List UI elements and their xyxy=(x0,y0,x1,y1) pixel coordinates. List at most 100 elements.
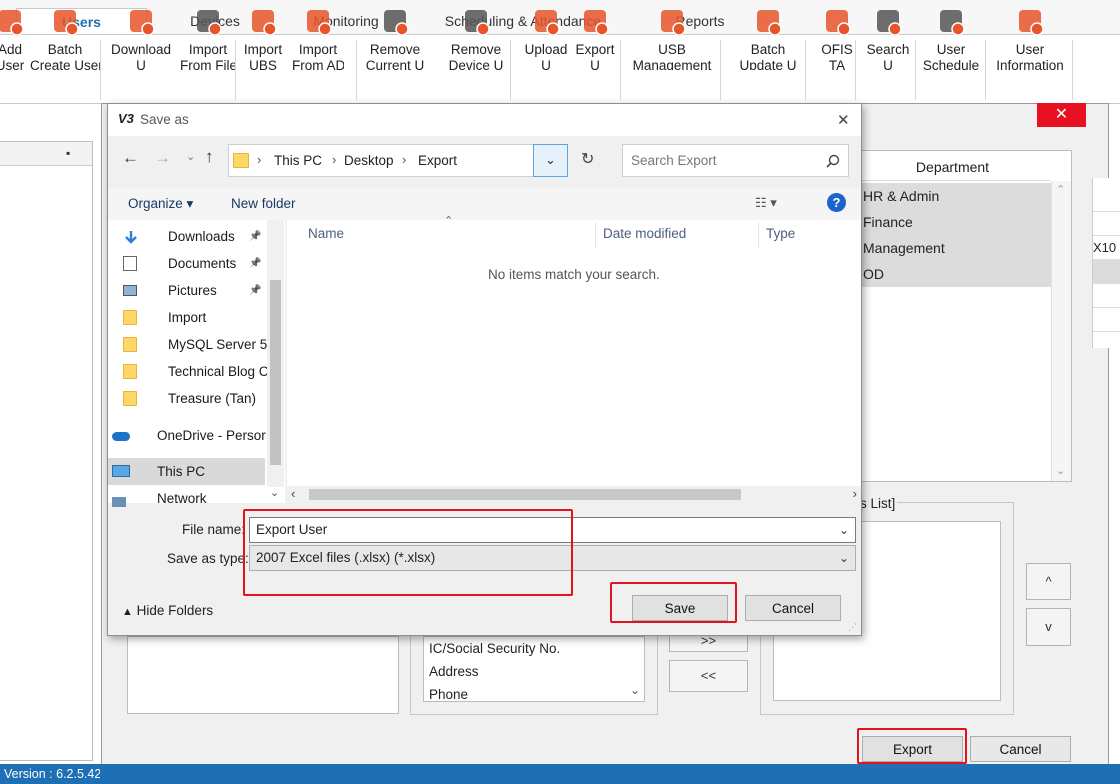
nav-item-label: Import xyxy=(168,310,207,325)
remove-device-icon xyxy=(440,4,512,40)
nav-item[interactable]: OneDrive - Persor xyxy=(108,422,268,449)
ribbon-button-3[interactable]: Import From File xyxy=(180,2,236,70)
refresh-icon[interactable]: ↻ xyxy=(581,149,594,169)
column-name[interactable]: Name xyxy=(308,220,344,248)
ribbon-button-label: Import UBS xyxy=(243,42,283,70)
resize-grip-icon[interactable]: ⋰ xyxy=(848,622,857,633)
ribbon-button-7[interactable]: Remove Device U xyxy=(440,2,512,70)
move-up-button[interactable]: ^ xyxy=(1026,563,1071,600)
nav-item-label: OneDrive - Persor xyxy=(157,428,266,443)
dialog-cancel-button[interactable]: Cancel xyxy=(745,595,841,621)
close-window-button[interactable]: ✕ xyxy=(1037,103,1086,127)
file-list[interactable] xyxy=(287,220,861,503)
pin-icon[interactable]: ▪ xyxy=(66,146,70,160)
nav-item[interactable]: Documents 📌 xyxy=(108,250,268,277)
help-icon[interactable]: ? xyxy=(827,193,846,212)
address-bar[interactable]: › This PC › Desktop › Export xyxy=(228,144,566,177)
ribbon-button-2[interactable]: Download U xyxy=(104,2,178,70)
department-row[interactable]: Finance xyxy=(855,209,1051,235)
ribbon-button-6[interactable]: Remove Current U xyxy=(362,2,428,70)
ribbon-button-label: Remove Device U xyxy=(448,42,504,70)
nav-item[interactable]: MySQL Server 5. xyxy=(108,331,268,358)
nav-item[interactable]: Treasure (Tan) xyxy=(108,385,268,412)
nav-item[interactable]: Downloads 📌 xyxy=(108,223,268,250)
column-date-modified[interactable]: Date modified xyxy=(603,220,686,248)
department-row[interactable]: Management xyxy=(855,235,1051,261)
nav-item-label: Network xyxy=(157,491,207,506)
nav-item-label: MySQL Server 5. xyxy=(168,337,268,352)
breadcrumb-desktop[interactable]: Desktop xyxy=(344,153,394,168)
network-icon xyxy=(112,497,126,507)
user-schedule-icon xyxy=(920,4,982,40)
nav-item-label: Downloads xyxy=(168,229,235,244)
search-box[interactable]: Search Export xyxy=(622,144,849,177)
breadcrumb-separator-icon: › xyxy=(402,152,407,167)
ribbon-button-1[interactable]: Batch Create User xyxy=(30,2,100,70)
ribbon-button-5[interactable]: Import From AD xyxy=(292,2,344,70)
pin-icon[interactable]: 📌 xyxy=(249,277,261,304)
ribbon-button-label: Download U xyxy=(110,42,172,70)
back-icon[interactable]: ← xyxy=(122,148,139,168)
view-options-icon[interactable]: ☷ ▾ xyxy=(755,195,777,211)
dialog-close-icon[interactable]: ✕ xyxy=(837,111,850,129)
address-dropdown-button[interactable]: ⌄ xyxy=(533,144,568,177)
search-icon xyxy=(826,154,840,168)
ribbon-button-10[interactable]: USB Management xyxy=(626,2,718,70)
forward-icon[interactable]: → xyxy=(154,148,171,168)
scroll-down-icon[interactable]: ⌄ xyxy=(630,683,640,697)
chevron-down-icon[interactable]: ⌄ xyxy=(839,518,849,542)
nav-item[interactable]: Network xyxy=(108,485,268,512)
dialog-title-bar: V3 Save as ✕ xyxy=(108,104,861,136)
organize-button[interactable]: Organize ▾ xyxy=(128,196,193,212)
scroll-down-icon[interactable]: ⌄ xyxy=(270,486,279,499)
ribbon-button-14[interactable]: User Schedule xyxy=(920,2,982,70)
list-item[interactable]: IC/Social Security No. xyxy=(429,641,560,656)
ribbon-button-11[interactable]: Batch Update U xyxy=(728,2,808,70)
department-scrollbar[interactable]: ⌃ ⌄ xyxy=(1051,181,1071,481)
pin-icon[interactable]: 📌 xyxy=(249,250,261,277)
up-folder-icon[interactable]: ↑ xyxy=(205,147,214,167)
move-left-button[interactable]: << xyxy=(669,660,748,692)
move-down-button[interactable]: v xyxy=(1026,608,1071,646)
computer-icon xyxy=(112,465,130,477)
recent-locations-icon[interactable]: ⌄ xyxy=(186,150,195,163)
scroll-up-icon[interactable]: ⌃ xyxy=(1056,183,1065,196)
nav-scrollbar[interactable]: ⌄ xyxy=(267,220,284,499)
breadcrumb-export[interactable]: Export xyxy=(418,153,457,168)
new-folder-button[interactable]: New folder xyxy=(231,196,296,211)
ribbon-button-15[interactable]: User Information xyxy=(990,2,1070,70)
background-cancel-button[interactable]: Cancel xyxy=(970,736,1071,762)
department-row[interactable]: HR & Admin xyxy=(855,183,1051,209)
ribbon-button-13[interactable]: Search U xyxy=(862,2,914,70)
nav-item[interactable]: Pictures 📌 xyxy=(108,277,268,304)
search-input[interactable]: Search Export xyxy=(631,153,717,168)
hide-folders-toggle[interactable]: ▲ Hide Folders xyxy=(122,603,213,618)
nav-item[interactable]: Technical Blog C xyxy=(108,358,268,385)
nav-item-label: Technical Blog C xyxy=(168,364,268,379)
ubs-icon xyxy=(238,4,288,40)
nav-item-label: Documents xyxy=(168,256,237,271)
column-type[interactable]: Type xyxy=(766,220,795,248)
department-row[interactable]: OD xyxy=(855,261,1051,287)
scroll-down-icon[interactable]: ⌄ xyxy=(1056,464,1065,477)
breadcrumb-separator-icon: › xyxy=(332,152,337,167)
nav-item-label: Treasure (Tan) xyxy=(168,391,257,406)
horizontal-scrollbar[interactable]: ‹ › xyxy=(287,486,861,503)
nav-item[interactable]: Import xyxy=(108,304,268,331)
ribbon-button-8[interactable]: Upload U xyxy=(520,2,572,70)
scroll-right-icon[interactable]: › xyxy=(853,486,857,501)
pin-icon[interactable]: 📌 xyxy=(249,223,261,250)
chevron-down-icon[interactable]: ⌄ xyxy=(839,546,849,570)
scroll-left-icon[interactable]: ‹ xyxy=(291,486,295,501)
ribbon-button-9[interactable]: Export U xyxy=(572,2,618,70)
ribbon-button-label: Batch Create User xyxy=(30,42,100,70)
list-item[interactable]: Address xyxy=(429,664,479,679)
ribbon-button-0[interactable]: Add User xyxy=(0,2,28,70)
ribbon-button-4[interactable]: Import UBS xyxy=(238,2,288,70)
breadcrumb-this-pc[interactable]: This PC xyxy=(274,153,322,168)
ribbon-separator xyxy=(805,40,806,100)
nav-item[interactable]: This PC xyxy=(108,458,265,485)
save-type-label: Save as type: xyxy=(167,551,249,566)
ribbon-separator xyxy=(235,40,236,100)
list-item[interactable]: Phone xyxy=(429,687,468,702)
